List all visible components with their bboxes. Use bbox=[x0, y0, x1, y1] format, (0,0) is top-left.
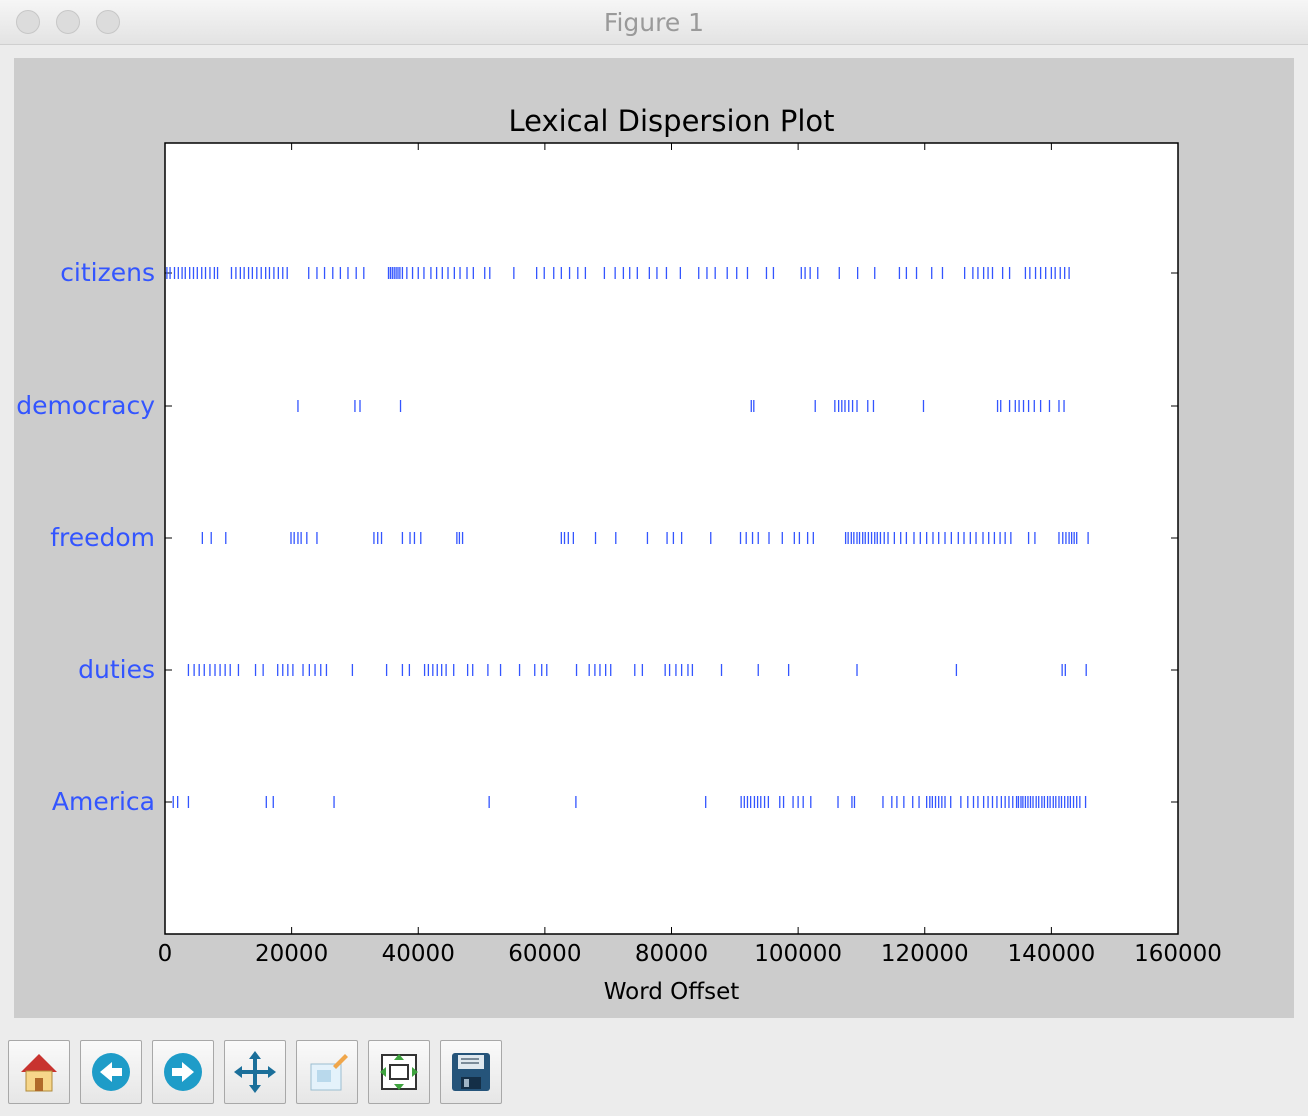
subplots-button[interactable] bbox=[368, 1040, 430, 1104]
x-tick-label: 40000 bbox=[382, 941, 455, 967]
y-tick-label: citizens bbox=[60, 258, 155, 287]
y-tick-label: duties bbox=[78, 655, 155, 684]
floppy-disk-icon bbox=[452, 1053, 490, 1091]
x-tick-label: 140000 bbox=[1007, 941, 1095, 967]
figure-canvas: 0 20000 40000 60000 80000 100000 120000 140000 1… bbox=[14, 58, 1294, 1018]
dispersion-plot: 0 20000 40000 60000 80000 100000 120000 140000 1… bbox=[16, 104, 1222, 1005]
x-tick-label: 100000 bbox=[754, 941, 842, 967]
x-tick-label: 60000 bbox=[508, 941, 581, 967]
forward-arrow-icon bbox=[164, 1053, 202, 1091]
x-tick-label: 80000 bbox=[635, 941, 708, 967]
move-icon bbox=[234, 1051, 276, 1093]
window-titlebar: Figure 1 bbox=[0, 0, 1308, 45]
window-title: Figure 1 bbox=[603, 8, 705, 37]
x-tick-label: 120000 bbox=[881, 941, 969, 967]
chart-title: Lexical Dispersion Plot bbox=[508, 104, 834, 138]
zoom-button[interactable] bbox=[296, 1040, 358, 1104]
save-button[interactable] bbox=[440, 1040, 502, 1104]
y-tick-label: democracy bbox=[16, 391, 155, 420]
forward-button[interactable] bbox=[152, 1040, 214, 1104]
x-tick-label: 0 bbox=[158, 941, 173, 967]
back-button[interactable] bbox=[80, 1040, 142, 1104]
x-tick-label: 20000 bbox=[255, 941, 328, 967]
back-arrow-icon bbox=[92, 1053, 130, 1091]
home-icon bbox=[21, 1054, 57, 1092]
pan-button[interactable] bbox=[224, 1040, 286, 1104]
y-tick-label: America bbox=[52, 787, 155, 816]
y-tick-label: freedom bbox=[50, 523, 155, 552]
x-tick-label: 160000 bbox=[1134, 941, 1222, 967]
x-axis-label: Word Offset bbox=[604, 979, 740, 1005]
zoom-rect-icon bbox=[310, 1054, 348, 1091]
home-button[interactable] bbox=[8, 1040, 70, 1104]
subplots-icon bbox=[380, 1054, 418, 1090]
